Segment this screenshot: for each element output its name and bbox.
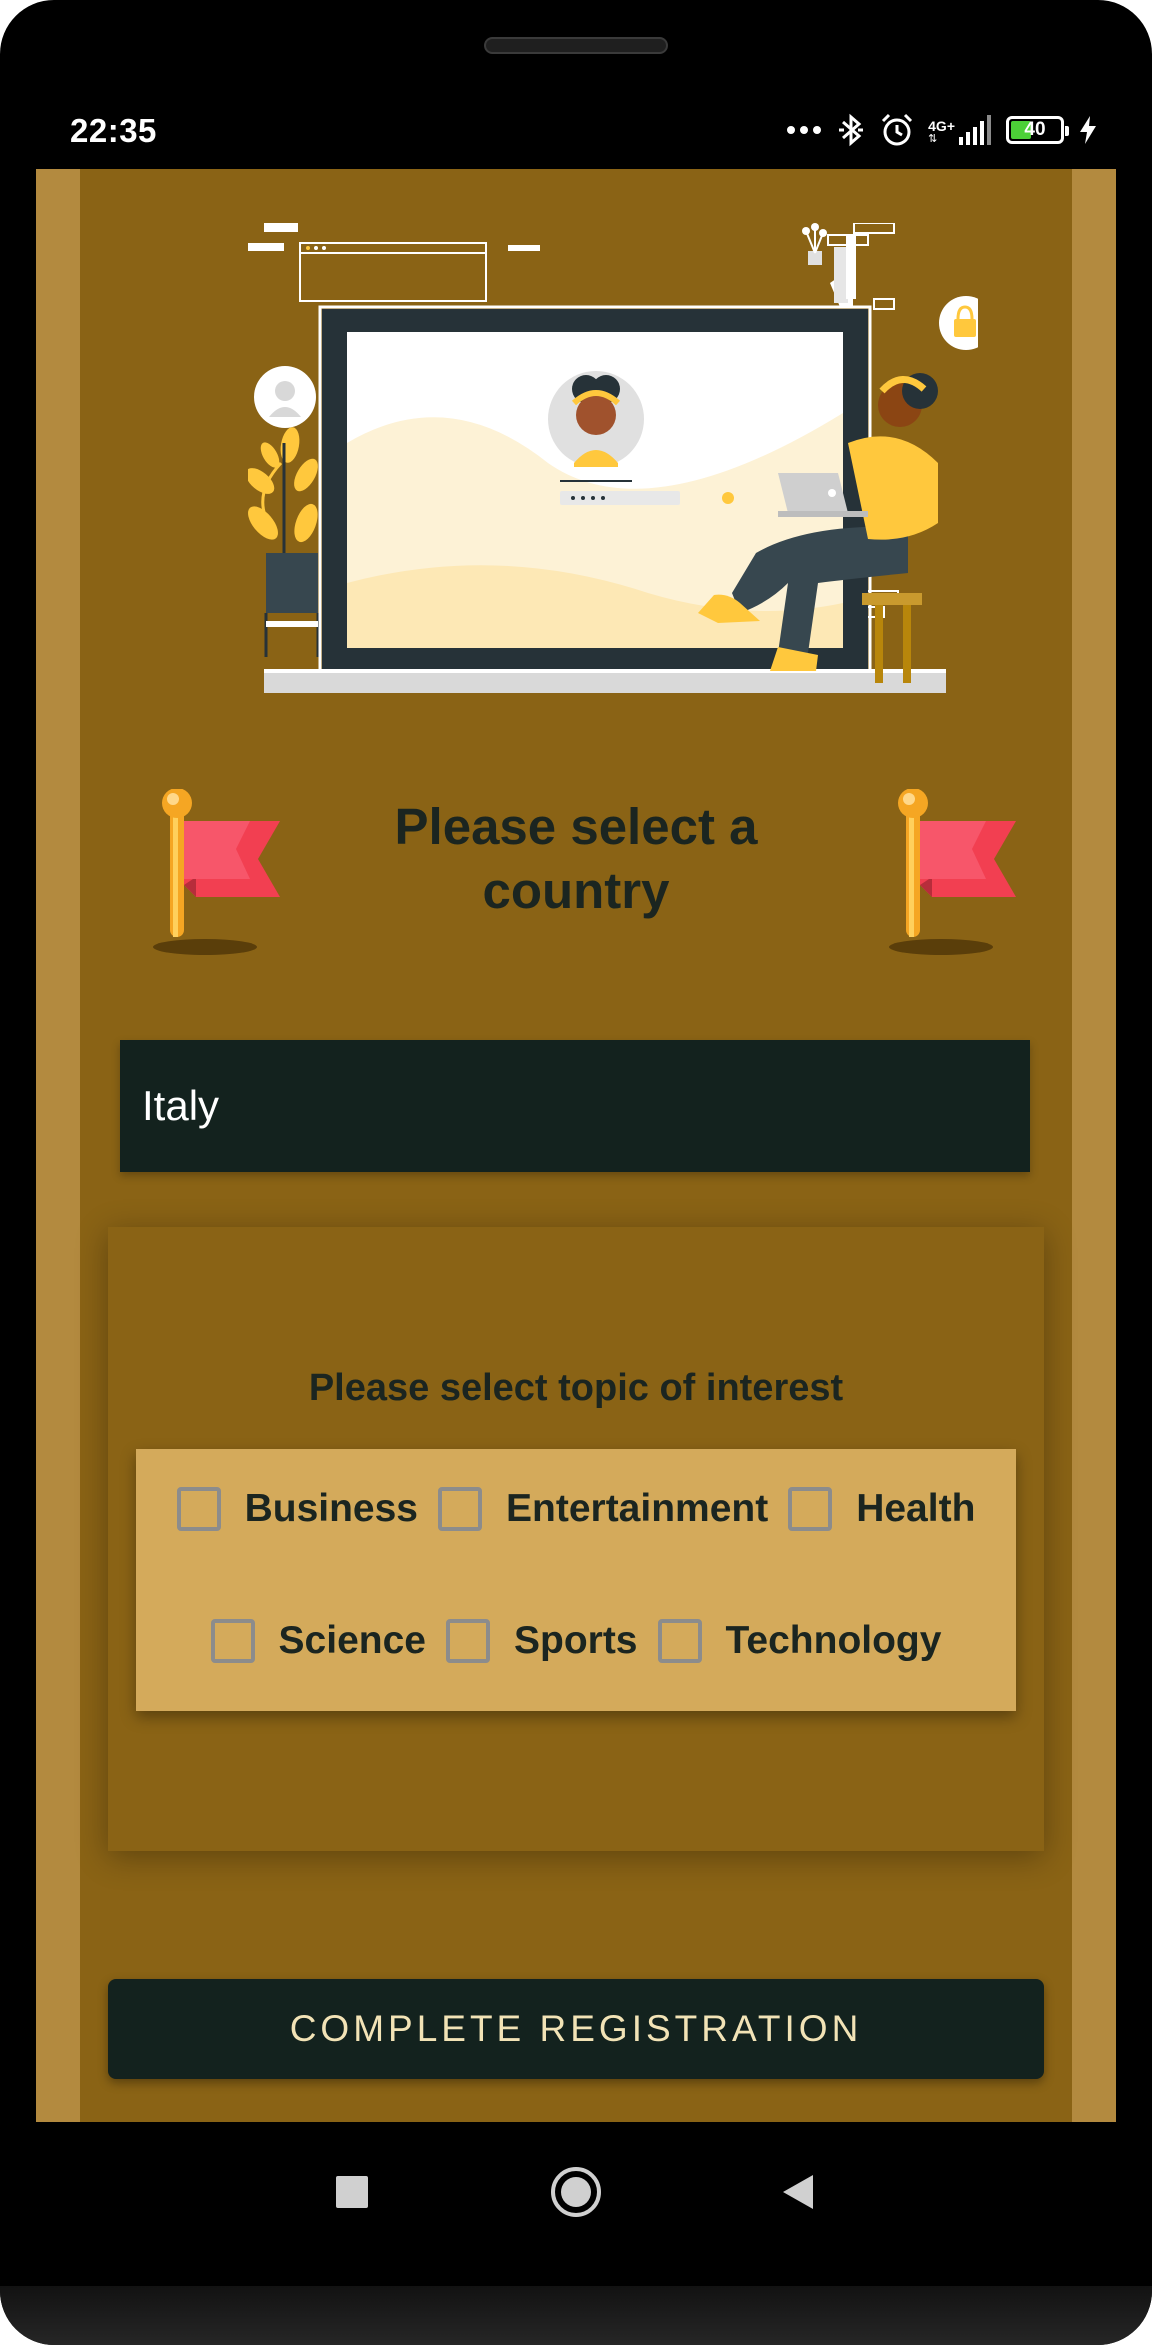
topic-science-checkbox[interactable]: Science — [210, 1619, 426, 1663]
complete-registration-button[interactable]: COMPLETE REGISTRATION — [108, 1979, 1044, 2079]
status-icons: 4G+ ⇅ 40 — [786, 110, 1098, 150]
checkbox-label: Health — [856, 1487, 976, 1530]
topic-health-checkbox[interactable]: Health — [788, 1487, 975, 1531]
status-time: 22:35 — [70, 112, 157, 149]
title-row: Please select a country — [80, 789, 1072, 989]
topics-checkbox-panel: Business Entertainment Health Science Sp… — [136, 1449, 1016, 1711]
country-select-value: Italy — [142, 1082, 220, 1129]
phone-chin — [0, 2286, 1152, 2345]
phone-frame: 22:35 4G+ ⇅ 40 Please select a country I… — [0, 0, 1152, 2345]
speaker-grille — [484, 37, 668, 54]
checkbox-box[interactable] — [210, 1619, 255, 1663]
battery-level: 40 — [1024, 119, 1046, 140]
checkbox-label: Entertainment — [506, 1487, 769, 1530]
checkbox-row: Science Sports Technology — [136, 1619, 1016, 1663]
topic-business-checkbox[interactable]: Business — [176, 1487, 418, 1531]
red-flag-icon — [889, 789, 1016, 955]
checkbox-box[interactable] — [657, 1619, 702, 1663]
topic-sports-checkbox[interactable]: Sports — [445, 1619, 638, 1663]
checkbox-box[interactable] — [788, 1487, 833, 1531]
country-select[interactable]: Italy — [120, 1040, 1030, 1172]
status-bar: 22:35 4G+ ⇅ 40 — [36, 96, 1116, 166]
navigation-bar — [0, 2122, 1152, 2262]
registration-content: Please select a country Italy Please sel… — [80, 169, 1072, 2122]
checkbox-label: Technology — [725, 1619, 942, 1662]
checkbox-box[interactable] — [438, 1487, 482, 1531]
bluetooth-icon — [839, 113, 864, 147]
topic-entertainment-checkbox[interactable]: Entertainment — [438, 1487, 768, 1531]
page-title: Please select a country — [394, 798, 758, 919]
home-circle-icon[interactable] — [548, 2164, 604, 2220]
checkbox-label: Business — [244, 1487, 418, 1530]
signal-icon: 4G+ ⇅ — [928, 115, 992, 145]
battery-icon: 40 — [1006, 116, 1069, 144]
topics-title: Please select topic of interest — [308, 1367, 844, 1409]
app-screen: Please select a country Italy Please sel… — [36, 169, 1116, 2122]
checkbox-row: Business Entertainment Health — [136, 1487, 1016, 1531]
red-flag-icon — [153, 789, 280, 955]
checkbox-label: Sports — [513, 1619, 638, 1662]
topic-technology-checkbox[interactable]: Technology — [657, 1619, 942, 1663]
checkbox-box[interactable] — [176, 1487, 221, 1531]
topics-card: Please select topic of interest Business… — [108, 1227, 1044, 1851]
alarm-clock-icon — [882, 113, 913, 146]
login-illustration — [248, 223, 978, 693]
recents-square-icon[interactable] — [324, 2164, 380, 2220]
back-triangle-icon[interactable] — [770, 2164, 826, 2220]
checkbox-label: Science — [278, 1619, 426, 1662]
more-dots-icon — [787, 126, 822, 134]
checkbox-box[interactable] — [445, 1619, 490, 1663]
charging-bolt-icon — [1080, 116, 1096, 144]
network-type: 4G+ — [928, 118, 955, 134]
